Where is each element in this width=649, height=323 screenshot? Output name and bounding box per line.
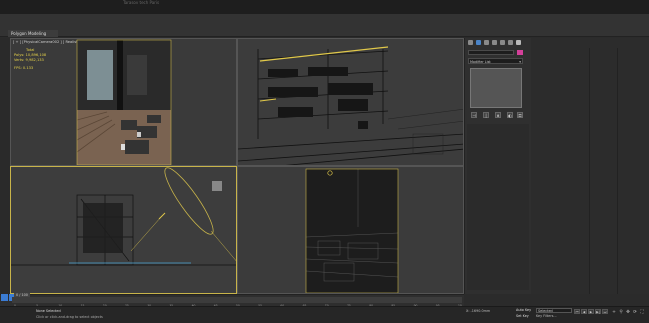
parameters-rollout-area [467, 124, 529, 290]
panel-divider [589, 48, 590, 294]
left-view-wireframe [11, 167, 236, 293]
hierarchy-tab-icon[interactable] [484, 40, 489, 45]
object-name-field[interactable] [468, 50, 514, 55]
coord-x[interactable]: X: -1690.0mm [466, 309, 490, 313]
key-selection-dropdown[interactable]: Selected [536, 308, 572, 313]
auto-key-button[interactable]: Auto Key [516, 308, 531, 312]
selection-status: None Selected [36, 309, 61, 313]
pan-icon[interactable]: ✥ [625, 310, 631, 316]
utilities-tab-icon[interactable] [508, 40, 513, 45]
main-toolbar [0, 14, 649, 37]
go-to-start-button[interactable]: ⏮ [574, 309, 580, 314]
modifier-stack[interactable] [470, 68, 522, 108]
polys-label: Polys: [14, 53, 25, 57]
maximize-viewport-icon[interactable]: ⛶ [639, 310, 645, 316]
orbit-icon[interactable]: ⟳ [632, 310, 638, 316]
modifier-list-dropdown[interactable]: Modifier List ▾ [468, 58, 523, 64]
verts-value: 9,982,133 [25, 58, 44, 62]
fps-label: FPS: [14, 66, 22, 70]
title-bar: Tarasov tech Paris [0, 0, 649, 14]
command-panel: Modifier List ▾ ⊣ | ⋔ ◐ ⚿ [464, 38, 531, 294]
layout-tab-icon[interactable] [1, 294, 8, 301]
set-key-button[interactable]: Set Key [516, 314, 529, 318]
window-title: Tarasov tech Paris [123, 0, 160, 5]
viewport-bottom-right[interactable]: [ + ] [PhysicalCamera003 ] [ Wireframe ] [237, 166, 464, 294]
previous-frame-button[interactable]: ◀ [581, 309, 587, 314]
create-tab-icon[interactable] [468, 40, 473, 45]
next-frame-button[interactable]: ▶| [595, 309, 601, 314]
viewport-bottom-left[interactable]: [ + ] [ Left ] [ Wireframe ] [10, 166, 237, 294]
wireframe-shelves [238, 39, 463, 165]
play-button[interactable]: ▶ [588, 309, 594, 314]
wrench-icon[interactable] [516, 40, 521, 45]
zoom-icon[interactable]: + [611, 310, 617, 316]
scene-explorer-panel [531, 38, 649, 294]
time-slider-thumb[interactable]: 0 / 100 [14, 293, 30, 297]
status-prompt: Click or click-and-drag to select object… [36, 315, 103, 319]
show-end-result-button[interactable]: | [483, 112, 489, 118]
fps-value: 0.133 [22, 66, 34, 70]
configure-sets-button[interactable]: ⚿ [517, 112, 523, 118]
polys-value: 10,896,108 [25, 53, 47, 57]
zoom-all-icon[interactable]: ⚲ [618, 310, 624, 316]
modify-tab-icon[interactable] [476, 40, 481, 45]
display-tab-icon[interactable] [500, 40, 505, 45]
verts-label: Verts: [14, 58, 25, 62]
coordinate-readout: X: -1690.0mm [466, 309, 490, 313]
chevron-down-icon: ▾ [519, 60, 521, 64]
panel-divider [617, 48, 618, 294]
key-filters-button[interactable]: Key Filters... [536, 314, 557, 318]
viewport-top-right[interactable]: [ + ] [PhysicalCamera001 ] [ Wireframe ] [237, 38, 464, 166]
object-color-swatch[interactable] [517, 50, 523, 55]
camera3-wireframe [238, 167, 463, 293]
viewport-layout-strip [0, 38, 10, 290]
pin-stack-button[interactable]: ⊣ [471, 112, 477, 118]
statistics-overlay: Total Polys: 10,896,108 Verts: 9,982,133… [14, 48, 46, 71]
ribbon-tab-polygon-modeling[interactable]: Polygon Modeling [8, 30, 58, 37]
remove-modifier-button[interactable]: ◐ [507, 112, 513, 118]
make-unique-button[interactable]: ⋔ [495, 112, 501, 118]
go-to-end-button[interactable]: ⏭ [602, 309, 608, 314]
motion-tab-icon[interactable] [492, 40, 497, 45]
modifier-list-label: Modifier List [470, 60, 491, 64]
